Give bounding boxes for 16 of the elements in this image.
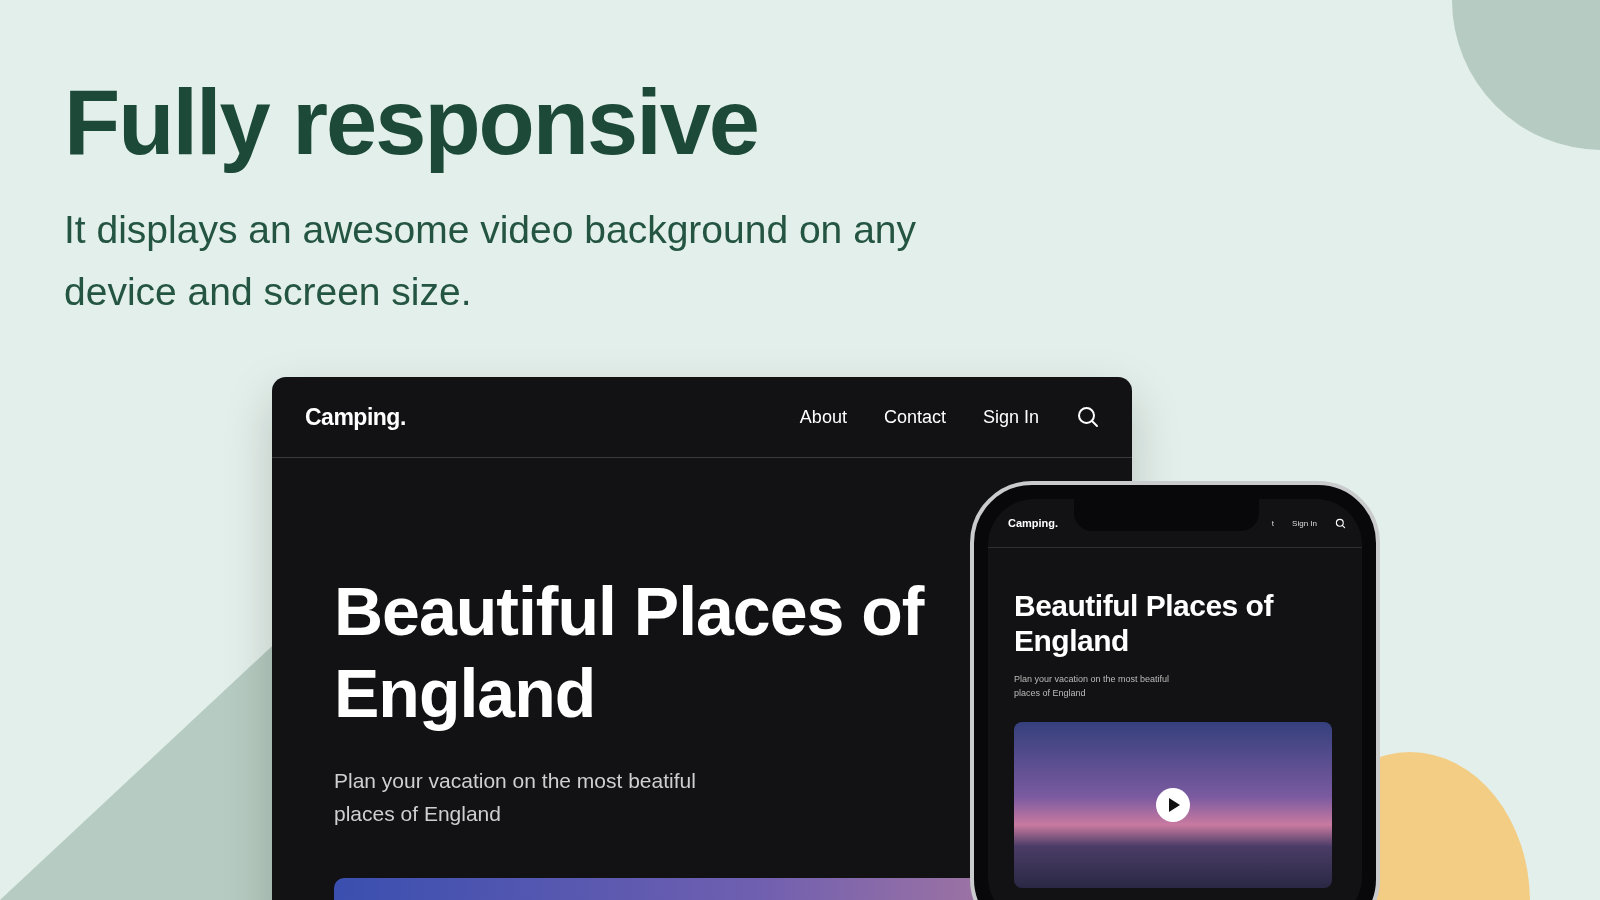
hero-description: Plan your vacation on the most beatiful places of England [1014, 673, 1171, 700]
nav-link[interactable]: Sign In [1292, 518, 1317, 528]
nav-link[interactable]: Sign In [982, 406, 1039, 428]
nav-link[interactable]: t [1271, 518, 1275, 528]
logo[interactable]: Camping. [1008, 517, 1059, 529]
heading: Fully responsive [64, 70, 759, 175]
subheading: It displays an awesome video background on any device and screen size. [64, 207, 918, 315]
logo[interactable]: Camping. [305, 403, 406, 431]
hero-description: Plan your vacation on the most beatiful places of England [334, 768, 697, 827]
hero-title: Beautiful Places of England [334, 572, 924, 733]
search-icon[interactable] [1076, 405, 1100, 429]
search-icon[interactable] [1335, 517, 1346, 529]
play-icon[interactable] [1156, 788, 1190, 822]
hero-title: Beautiful Places of England [1014, 588, 1275, 658]
nav-link[interactable]: Contact [883, 406, 946, 428]
nav-link[interactable]: About [799, 406, 847, 428]
